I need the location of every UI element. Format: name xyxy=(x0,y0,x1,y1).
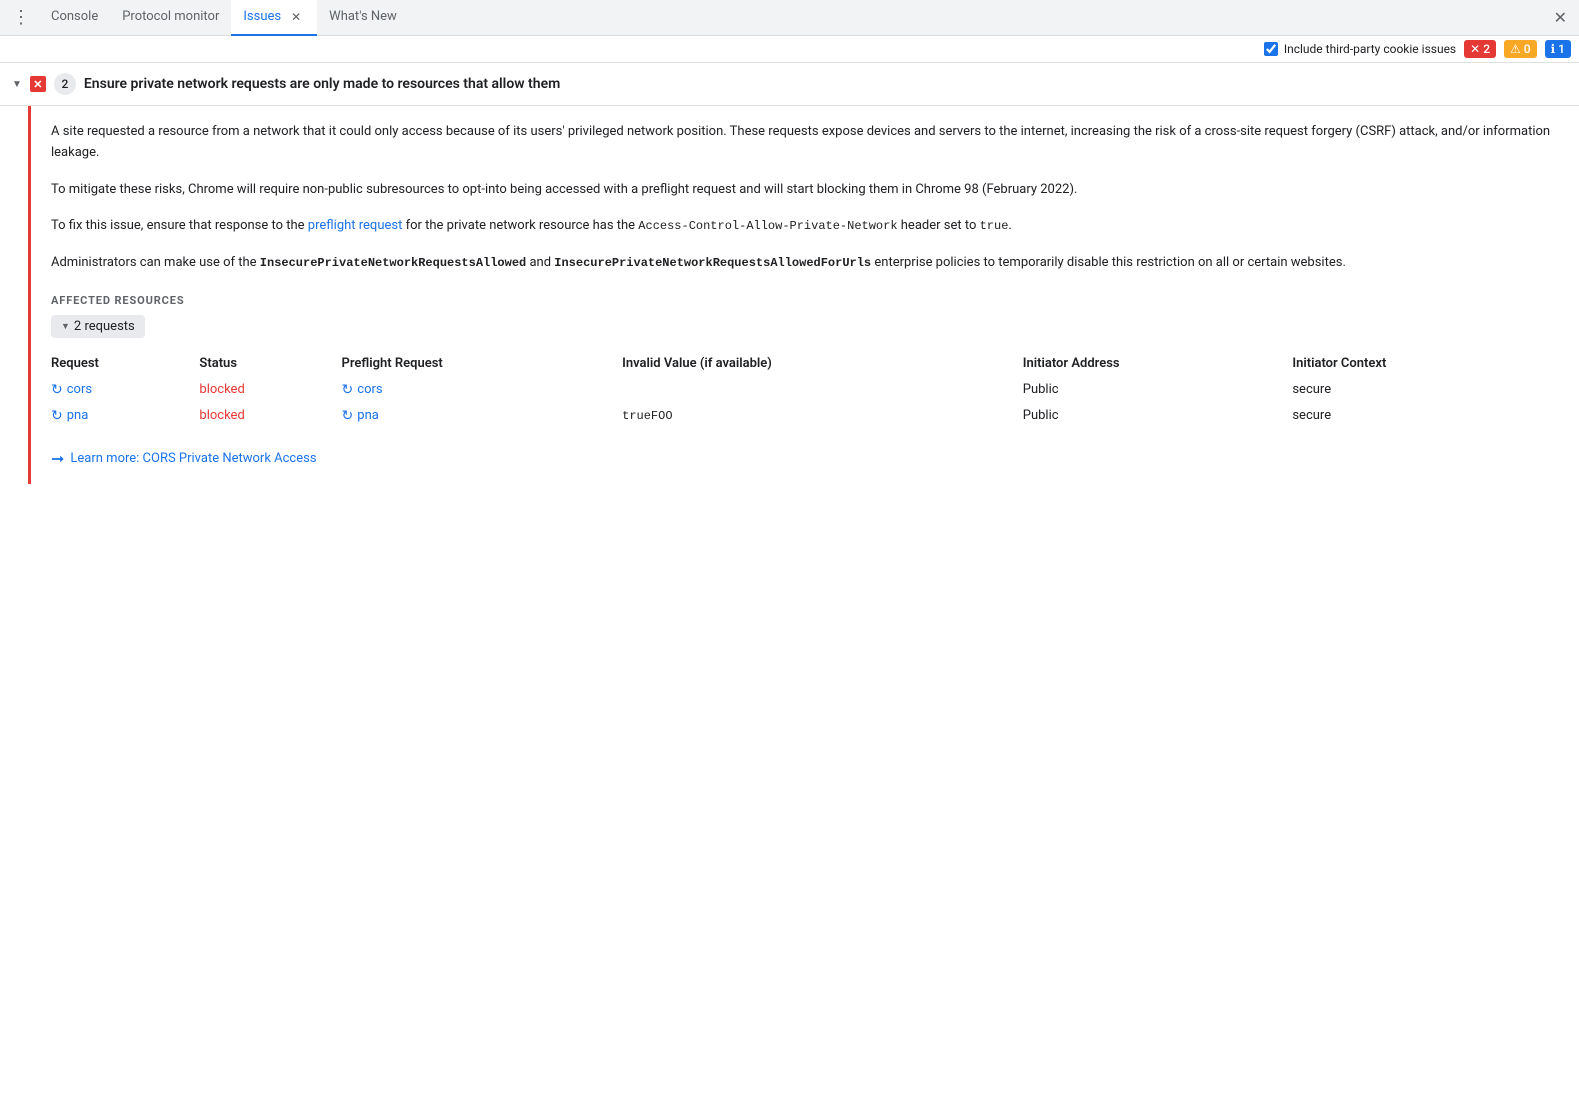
devtools-close-button[interactable]: ✕ xyxy=(1542,8,1579,27)
error-badge: ✕ 2 xyxy=(1464,40,1496,58)
td-initiator-context: secure xyxy=(1292,403,1555,429)
p3-end: . xyxy=(1008,218,1011,233)
p4-text-before: Administrators can make use of the xyxy=(51,255,260,270)
table-row: ↻ pnablocked↻ pnatrueFOOPublicsecure xyxy=(51,403,1555,429)
tab-console[interactable]: Console xyxy=(39,0,110,36)
td-initiator-address: Public xyxy=(1023,377,1293,403)
third-party-cookie-label[interactable]: Include third-party cookie issues xyxy=(1264,42,1456,56)
th-preflight-request: Preflight Request xyxy=(342,350,623,377)
request-icon: ↻ xyxy=(51,382,63,398)
error-badge-icon: ✕ xyxy=(1470,42,1480,56)
td-status: blocked xyxy=(199,403,341,429)
p4-after: enterprise policies to temporarily disab… xyxy=(871,255,1346,270)
tab-issues-label: Issues xyxy=(243,9,281,24)
issue-paragraph-2: To mitigate these risks, Chrome will req… xyxy=(51,180,1555,201)
info-badge-count: 1 xyxy=(1558,42,1565,56)
affected-resources-label: AFFECTED RESOURCES xyxy=(51,294,1555,307)
tab-protocol-monitor-label: Protocol monitor xyxy=(122,9,219,24)
requests-toggle[interactable]: ▼ 2 requests xyxy=(51,315,145,338)
issues-main-content: ▼ ✕ 2 Ensure private network requests ar… xyxy=(0,63,1579,1092)
th-status: Status xyxy=(199,350,341,377)
issue-collapse-chevron[interactable]: ▼ xyxy=(12,79,22,90)
issue-paragraph-3: To fix this issue, ensure that response … xyxy=(51,216,1555,237)
learn-more-link[interactable]: Learn more: CORS Private Network Access xyxy=(70,451,316,466)
issue-paragraph-1: A site requested a resource from a netwo… xyxy=(51,122,1555,164)
preflight-link[interactable]: ↻ cors xyxy=(342,382,611,398)
third-party-cookie-text: Include third-party cookie issues xyxy=(1284,42,1456,56)
td-invalid-value: trueFOO xyxy=(622,403,1023,429)
th-invalid-value: Invalid Value (if available) xyxy=(622,350,1023,377)
tab-console-label: Console xyxy=(51,9,98,24)
requests-chevron-icon: ▼ xyxy=(61,321,70,332)
issue-body: A site requested a resource from a netwo… xyxy=(0,106,1579,484)
tab-protocol-monitor[interactable]: Protocol monitor xyxy=(110,0,231,36)
preflight-icon: ↻ xyxy=(342,408,354,424)
learn-more-section: ➞ Learn more: CORS Private Network Acces… xyxy=(51,449,1555,468)
tab-whats-new-label: What's New xyxy=(329,9,397,24)
issue-content: A site requested a resource from a netwo… xyxy=(31,106,1579,484)
info-badge-icon: ℹ xyxy=(1551,42,1556,56)
issue-title: Ensure private network requests are only… xyxy=(84,76,560,92)
p4-code2: InsecurePrivateNetworkRequestsAllowedFor… xyxy=(554,256,871,270)
issues-toolbar: Include third-party cookie issues ✕ 2 ⚠ … xyxy=(0,36,1579,63)
warning-badge-count: 0 xyxy=(1524,42,1531,56)
issue-paragraph-4: Administrators can make use of the Insec… xyxy=(51,253,1555,274)
affected-resources-section: AFFECTED RESOURCES ▼ 2 requests Request … xyxy=(51,294,1555,429)
p3-text-after-link: for the private network resource has the xyxy=(402,218,638,233)
p4-code1: InsecurePrivateNetworkRequestsAllowed xyxy=(260,256,526,270)
request-icon: ↻ xyxy=(51,408,63,424)
th-initiator-address: Initiator Address xyxy=(1023,350,1293,377)
td-preflight-request: ↻ cors xyxy=(342,377,623,403)
issue-count-badge: 2 xyxy=(54,73,76,95)
td-initiator-address: Public xyxy=(1023,403,1293,429)
request-link[interactable]: ↻ pna xyxy=(51,408,187,424)
requests-toggle-label: 2 requests xyxy=(74,319,135,334)
td-invalid-value xyxy=(622,377,1023,403)
preflight-request-link[interactable]: preflight request xyxy=(308,218,403,233)
td-request: ↻ pna xyxy=(51,403,199,429)
p3-code1: Access-Control-Allow-Private-Network xyxy=(638,219,897,233)
dots-icon: ⋮ xyxy=(12,7,31,28)
devtools-menu-button[interactable]: ⋮ xyxy=(4,7,39,28)
warning-badge-icon: ⚠ xyxy=(1510,42,1521,56)
table-row: ↻ corsblocked↻ corsPublicsecure xyxy=(51,377,1555,403)
warning-badge: ⚠ 0 xyxy=(1504,40,1537,58)
error-badge-count: 2 xyxy=(1483,42,1490,56)
learn-more-arrow-icon: ➞ xyxy=(51,449,64,468)
tab-whats-new[interactable]: What's New xyxy=(317,0,409,36)
requests-table: Request Status Preflight Request Invalid… xyxy=(51,350,1555,429)
p3-text-before-link: To fix this issue, ensure that response … xyxy=(51,218,308,233)
td-preflight-request: ↻ pna xyxy=(342,403,623,429)
close-icon: ✕ xyxy=(1554,8,1567,27)
p4-middle: and xyxy=(526,255,554,270)
th-request: Request xyxy=(51,350,199,377)
td-status: blocked xyxy=(199,377,341,403)
tab-issues-close-icon[interactable]: ✕ xyxy=(287,9,305,25)
th-initiator-context: Initiator Context xyxy=(1292,350,1555,377)
issue-error-icon: ✕ xyxy=(30,76,46,92)
info-badge: ℹ 1 xyxy=(1545,40,1571,58)
issue-header[interactable]: ▼ ✕ 2 Ensure private network requests ar… xyxy=(0,63,1579,106)
preflight-link[interactable]: ↻ pna xyxy=(342,408,611,424)
preflight-icon: ↻ xyxy=(342,382,354,398)
table-header-row: Request Status Preflight Request Invalid… xyxy=(51,350,1555,377)
p3-text-code2: header set to xyxy=(898,218,980,233)
td-initiator-context: secure xyxy=(1292,377,1555,403)
third-party-cookie-checkbox[interactable] xyxy=(1264,42,1278,56)
p3-code3: true xyxy=(980,219,1009,233)
tab-bar: ⋮ Console Protocol monitor Issues ✕ What… xyxy=(0,0,1579,36)
request-link[interactable]: ↻ cors xyxy=(51,382,187,398)
tab-issues[interactable]: Issues ✕ xyxy=(231,0,317,36)
td-request: ↻ cors xyxy=(51,377,199,403)
